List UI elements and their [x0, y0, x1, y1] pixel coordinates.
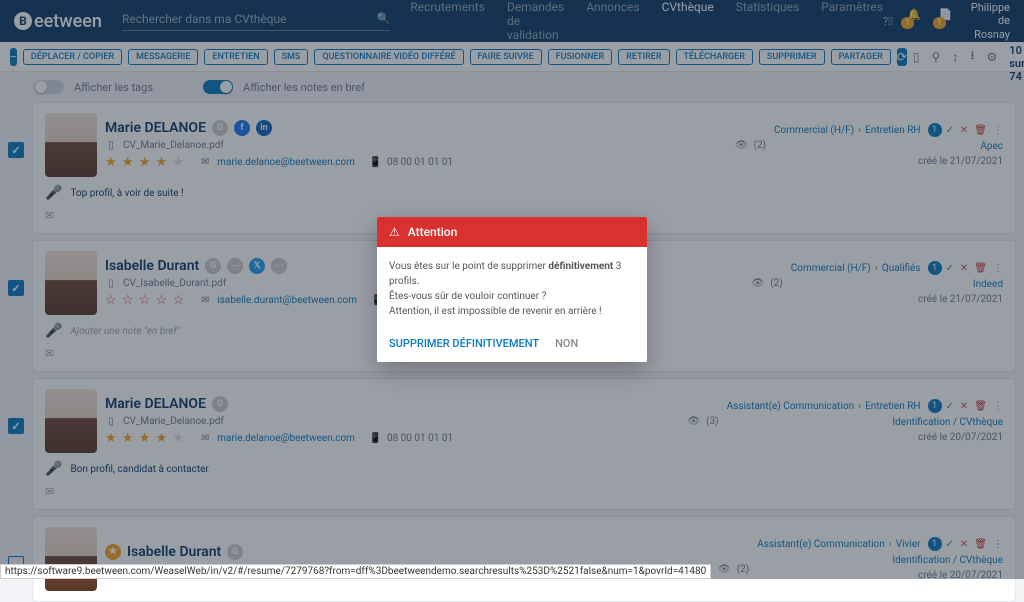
cancel-button[interactable]: NON — [555, 337, 578, 350]
modal-footer: SUPPRIMER DÉFINITIVEMENT NON — [377, 331, 647, 362]
modal-text-bold: définitivement — [548, 261, 613, 272]
modal-text: Êtes-vous sûr de vouloir continuer ? — [389, 291, 546, 302]
modal-body: Vous êtes sur le point de supprimer défi… — [377, 247, 647, 331]
confirm-modal: ⚠ Attention Vous êtes sur le point de su… — [377, 217, 647, 362]
confirm-delete-button[interactable]: SUPPRIMER DÉFINITIVEMENT — [389, 337, 539, 350]
modal-header: ⚠ Attention — [377, 217, 647, 247]
status-bar: https://software9.beetween.com/WeaselWeb… — [0, 564, 711, 579]
modal-title: Attention — [408, 225, 458, 239]
warning-icon: ⚠ — [389, 225, 400, 239]
modal-text: Vous êtes sur le point de supprimer — [389, 261, 548, 272]
modal-overlay: ⚠ Attention Vous êtes sur le point de su… — [0, 0, 1024, 579]
modal-text: Attention, il est impossible de revenir … — [389, 306, 602, 317]
